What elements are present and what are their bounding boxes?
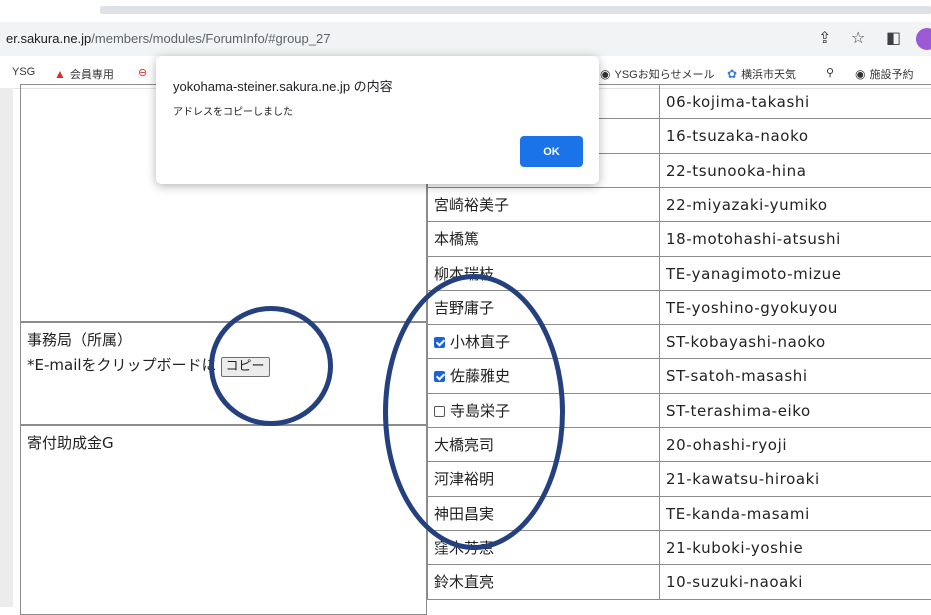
member-email: TE-kanda-masami [666, 505, 810, 523]
group-cell-donation: 寄付助成金G [20, 425, 427, 615]
member-email: 22-tsunooka-hina [666, 162, 807, 180]
member-email: 10-suzuki-naoaki [666, 573, 803, 591]
bookmark-rail-icon[interactable]: ⊖ [138, 66, 147, 79]
member-name: 鈴木直亮 [434, 573, 495, 591]
member-email: 21-kawatsu-hiroaki [666, 470, 820, 488]
email-cell: ST-kobayashi-naoko [659, 324, 931, 359]
group-title: 事務局（所属） [27, 331, 133, 349]
globe-icon: ◉ [855, 67, 866, 81]
annotation-circle-copy [209, 306, 333, 426]
member-email: 16-tsuzaka-naoko [666, 127, 809, 145]
email-cell: 06-kojima-takashi [659, 84, 931, 119]
email-cell: TE-kanda-masami [659, 496, 931, 531]
email-cell: 20-ohashi-ryoji [659, 427, 931, 462]
star-icon[interactable]: ☆ [851, 28, 865, 47]
group-title: 寄付助成金G [27, 434, 114, 452]
alert-dialog: yokohama-steiner.sakura.ne.jp の内容 アドレスをコ… [156, 56, 599, 184]
member-email: ST-satoh-masashi [666, 367, 808, 385]
tab-bar [100, 6, 931, 14]
email-cell: 22-miyazaki-yumiko [659, 187, 931, 222]
profile-avatar[interactable] [916, 28, 931, 50]
member-name: 宮崎裕美子 [434, 196, 510, 214]
left-margin [0, 88, 13, 607]
url-path: /members/modules/ForumInfo/#group_27 [91, 31, 331, 46]
email-cell: ST-satoh-masashi [659, 358, 931, 394]
member-email: TE-yanagimoto-mizue [666, 265, 842, 283]
weather-icon: ✿ [727, 67, 738, 81]
member-email: ST-kobayashi-naoko [666, 333, 826, 351]
share-icon[interactable]: ⇪ [818, 28, 831, 47]
member-email: ST-terashima-eiko [666, 402, 811, 420]
red-swirl-icon: ▲ [54, 67, 66, 81]
sidepanel-icon[interactable]: ◧ [886, 28, 901, 47]
url-text[interactable]: er.sakura.ne.jp/members/modules/ForumInf… [6, 31, 330, 46]
bookmark-weather[interactable]: ✿ 横浜市天気 [727, 66, 796, 82]
email-cell: TE-yanagimoto-mizue [659, 256, 931, 291]
email-cell: ST-terashima-eiko [659, 393, 931, 428]
url-host: er.sakura.ne.jp [6, 31, 92, 46]
email-cell: TE-yoshino-gyokuyou [659, 290, 931, 325]
bookmark-misc-icon[interactable]: ⚲ [826, 66, 834, 79]
tab-strip [0, 0, 931, 22]
name-cell: 鈴木直亮 [427, 564, 660, 600]
bookmark-ysg-mail[interactable]: ◉ YSGお知らせメール [600, 66, 715, 82]
email-cell: 16-tsuzaka-naoko [659, 118, 931, 154]
member-email: 22-miyazaki-yumiko [666, 196, 828, 214]
member-email: 06-kojima-takashi [666, 93, 810, 111]
email-cell: 21-kuboki-yoshie [659, 530, 931, 565]
dialog-title: yokohama-steiner.sakura.ne.jp の内容 [173, 79, 393, 94]
member-email: 18-motohashi-atsushi [666, 230, 841, 248]
email-cell: 10-suzuki-naoaki [659, 564, 931, 600]
member-name: 本橋篤 [434, 230, 480, 248]
member-email: TE-yoshino-gyokuyou [666, 299, 838, 317]
email-cell: 18-motohashi-atsushi [659, 221, 931, 257]
annotation-circle-checkboxes [383, 274, 565, 550]
bookmark-members[interactable]: ▲ 会員専用 [54, 66, 114, 82]
member-email: 21-kuboki-yoshie [666, 539, 804, 557]
email-cell: 22-tsunooka-hina [659, 153, 931, 188]
globe-icon: ◉ [600, 67, 611, 81]
dialog-message: アドレスをコピーしました [173, 107, 293, 118]
bookmark-ysg[interactable]: YSG [12, 66, 35, 78]
address-bar[interactable]: er.sakura.ne.jp/members/modules/ForumInf… [0, 22, 931, 56]
member-email: 20-ohashi-ryoji [666, 436, 788, 454]
name-cell: 宮崎裕美子 [427, 187, 660, 222]
bookmark-facility[interactable]: ◉ 施設予約 [855, 66, 913, 82]
ok-button[interactable]: OK [520, 136, 583, 167]
name-cell: 本橋篤 [427, 221, 660, 257]
email-cell: 21-kawatsu-hiroaki [659, 461, 931, 497]
